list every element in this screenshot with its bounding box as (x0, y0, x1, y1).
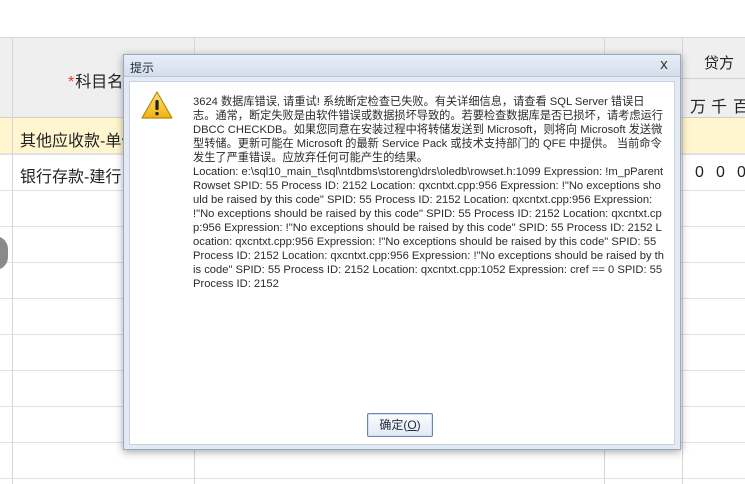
row-divider (0, 478, 745, 479)
dialog-title-bar[interactable]: 提示 x (124, 55, 680, 77)
ok-button-label: 确定( (379, 418, 408, 432)
table-row-subject[interactable]: 其他应收款-单位 (20, 127, 137, 151)
error-message: 3624 数据库错误, 请重试! 系统断定检查已失败。有关详细信息，请查看 SQ… (193, 95, 665, 291)
error-dialog: 提示 x 3624 数据库错误, 请重试! 系统断定检查已失败。有关详细信息，请… (123, 54, 681, 450)
credit-digit: 0 (695, 164, 704, 181)
ok-button[interactable]: 确定(O) (367, 413, 433, 437)
dialog-body: 3624 数据库错误, 请重试! 系统断定检查已失败。有关详细信息，请查看 SQ… (129, 81, 675, 445)
ok-button-label-end: ) (416, 418, 421, 432)
credit-digit: 0 (737, 164, 745, 181)
warning-icon (141, 91, 173, 119)
credit-subheader-bai: 百 (733, 99, 745, 116)
ok-button-accesskey: O (407, 418, 417, 432)
accounting-voucher-page: *科目名 贷方 十 万 千 百 其他应收款-单位 银行存款-建行 0 0 0 提… (0, 0, 745, 484)
close-icon[interactable]: x (656, 56, 672, 74)
column-divider (682, 38, 683, 484)
error-message-details: Location: e:\sql10_main_t\sql\ntdbms\sto… (193, 166, 665, 290)
credit-digit: 0 (716, 164, 725, 181)
column-divider (12, 38, 13, 484)
credit-subheader-qian: 千 (711, 99, 728, 116)
subject-header-label: 科目名 (75, 74, 124, 91)
dialog-title: 提示 (130, 61, 155, 75)
top-toolbar (0, 0, 745, 38)
credit-subheader-wan: 万 (690, 99, 707, 116)
table-row-subject[interactable]: 银行存款-建行 (20, 163, 121, 187)
side-collapse-handle[interactable] (0, 236, 8, 270)
subject-column-header: *科目名 (68, 68, 123, 92)
required-mark: * (68, 74, 75, 91)
credit-column-header: 贷方 (704, 55, 735, 72)
error-message-summary: 3624 数据库错误, 请重试! 系统断定检查已失败。有关详细信息，请查看 SQ… (193, 96, 663, 164)
